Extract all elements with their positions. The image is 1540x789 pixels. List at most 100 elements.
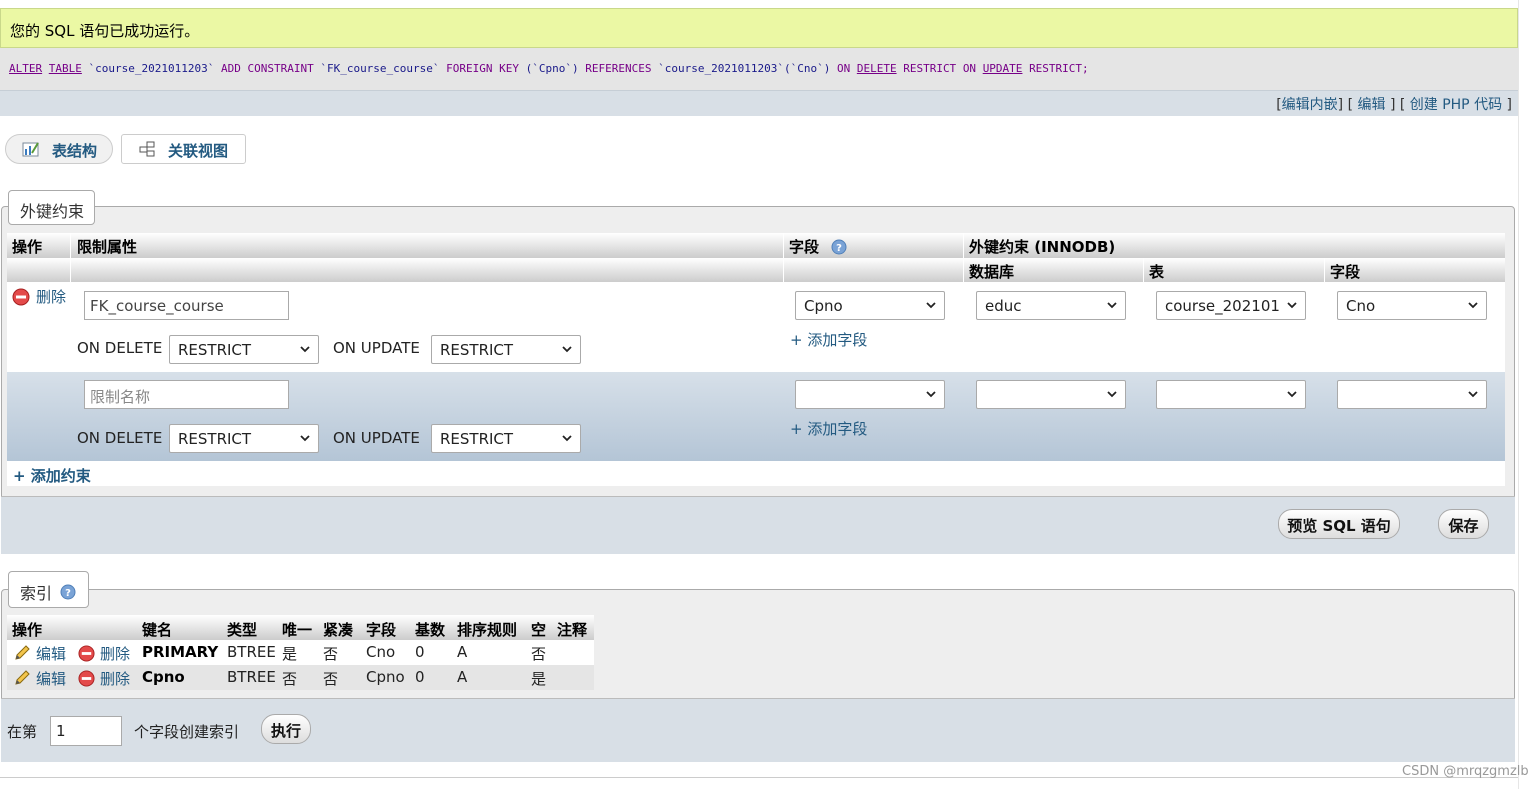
sql-query-bar: ALTER TABLE `course_2021011203` ADD CONS…: [0, 48, 1518, 90]
chevron-down-icon: [1468, 302, 1478, 309]
index-header-cardinality: 基数: [415, 621, 446, 639]
delete-icon: [78, 645, 95, 662]
help-icon[interactable]: ?: [60, 584, 76, 600]
header-fk-innodb: 外键约束 (INNODB): [969, 238, 1116, 256]
help-icon[interactable]: ?: [831, 239, 847, 255]
bracket: ] [: [1389, 97, 1406, 113]
table-row: [7, 665, 594, 690]
database-select[interactable]: educ: [976, 291, 1126, 320]
edit-index-link[interactable]: 编辑: [36, 643, 66, 664]
add-constraint-link[interactable]: + 添加约束: [13, 465, 91, 486]
chevron-down-icon: [562, 346, 572, 353]
pencil-icon: [15, 645, 30, 660]
on-update-select[interactable]: RESTRICT: [431, 424, 581, 453]
index-header-unique: 唯一: [282, 621, 313, 639]
table-select[interactable]: course_2021011203: [1156, 291, 1306, 320]
success-message: 您的 SQL 语句已成功运行。: [10, 22, 200, 40]
index-header-column: 字段: [366, 621, 397, 639]
index-unique: 是: [282, 645, 298, 663]
edit-link[interactable]: 编辑: [1357, 97, 1385, 113]
success-message-box: 您的 SQL 语句已成功运行。: [0, 8, 1518, 48]
index-header-comment: 注释: [557, 621, 588, 639]
on-delete-label: ON DELETE: [77, 339, 163, 357]
save-button[interactable]: 保存: [1438, 509, 1489, 539]
index-keyname: Cpno: [142, 668, 185, 686]
bottom-divider: [0, 777, 1540, 778]
table-select[interactable]: [1156, 380, 1306, 409]
foreign-key-legend: 外键约束: [8, 190, 95, 225]
add-column-link[interactable]: + 添加字段: [790, 329, 867, 350]
on-delete-select[interactable]: RESTRICT: [169, 424, 319, 453]
chevron-down-icon: [1468, 391, 1478, 398]
pencil-icon: [15, 670, 30, 685]
index-header-type: 类型: [227, 621, 258, 639]
tab-relation-view[interactable]: 关联视图: [121, 134, 246, 164]
chevron-down-icon: [926, 302, 936, 309]
index-header-action: 操作: [12, 621, 43, 639]
column-select[interactable]: Cpno: [795, 291, 945, 320]
on-update-label: ON UPDATE: [333, 339, 420, 357]
edit-index-link[interactable]: 编辑: [36, 668, 66, 689]
create-php-link[interactable]: 创建 PHP 代码: [1410, 97, 1502, 113]
header-constraint-props: 限制属性: [77, 238, 138, 256]
tab-table-structure[interactable]: 表结构: [5, 134, 113, 164]
create-index-prefix: 在第: [7, 723, 38, 741]
index-header-null: 空: [531, 621, 547, 639]
preview-sql-button[interactable]: 预览 SQL 语句: [1278, 509, 1400, 539]
tab-label: 表结构: [52, 142, 98, 160]
index-collation: A: [457, 643, 468, 661]
add-column-link[interactable]: + 添加字段: [790, 418, 867, 439]
delete-index-link[interactable]: 删除: [100, 668, 130, 689]
index-header-packed: 紧凑: [323, 621, 354, 639]
header-ref-column: 字段: [1330, 263, 1361, 281]
on-delete-select[interactable]: RESTRICT: [169, 335, 319, 364]
indexes-legend: 索引 ?: [8, 571, 89, 608]
ref-column-select[interactable]: Cno: [1337, 291, 1487, 320]
table-structure-icon: [22, 142, 39, 157]
delete-index-link[interactable]: 删除: [100, 643, 130, 664]
svg-text:?: ?: [65, 588, 71, 599]
index-type: BTREE: [227, 668, 276, 686]
constraint-name-input[interactable]: FK_course_course: [84, 291, 289, 320]
index-packed: 否: [323, 670, 339, 688]
database-select[interactable]: [976, 380, 1126, 409]
index-collation: A: [457, 668, 468, 686]
index-column-count-input[interactable]: 1: [50, 716, 122, 746]
legend-title: 索引: [20, 584, 53, 603]
column-select[interactable]: [795, 380, 945, 409]
col-divider: [963, 233, 964, 282]
on-update-select[interactable]: RESTRICT: [431, 335, 581, 364]
chevron-down-icon: [1287, 391, 1297, 398]
chevron-down-icon: [300, 435, 310, 442]
on-update-label: ON UPDATE: [333, 429, 420, 447]
tab-label: 关联视图: [168, 142, 229, 160]
index-column: Cno: [366, 643, 396, 661]
index-cardinality: 0: [415, 643, 425, 661]
header-action: 操作: [12, 238, 43, 256]
ref-column-select[interactable]: [1337, 380, 1487, 409]
fk-header-row: [7, 233, 1505, 258]
col-divider: [1143, 258, 1144, 282]
col-divider: [783, 233, 784, 282]
bracket: ] [: [1337, 97, 1354, 113]
index-header-keyname: 键名: [142, 621, 173, 639]
col-divider: [1324, 258, 1325, 282]
constraint-name-input[interactable]: 限制名称: [84, 380, 289, 409]
col-divider: [70, 233, 71, 282]
index-packed: 否: [323, 645, 339, 663]
go-button[interactable]: 执行: [261, 714, 311, 744]
scrollbar-track[interactable]: [1518, 0, 1540, 789]
chevron-down-icon: [1107, 302, 1117, 309]
bracket: ]: [1506, 97, 1512, 113]
index-keyname: PRIMARY: [142, 643, 219, 661]
edit-inline-link[interactable]: 编辑内嵌: [1282, 97, 1338, 113]
chevron-down-icon: [926, 391, 936, 398]
header-table: 表: [1149, 263, 1165, 281]
watermark: CSDN @mrqzgmzlb: [1402, 764, 1529, 779]
delete-label: 删除: [36, 288, 67, 306]
header-column: 字段: [789, 238, 820, 256]
legend-title: 外键约束: [20, 202, 85, 221]
index-header-collation: 排序规则: [457, 621, 518, 639]
index-cardinality: 0: [415, 668, 425, 686]
svg-text:?: ?: [836, 243, 842, 254]
